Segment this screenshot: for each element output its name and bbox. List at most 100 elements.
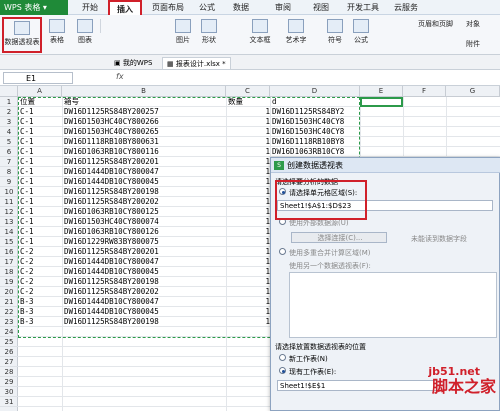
row-header[interactable]: 31 bbox=[0, 397, 18, 407]
fx-icon[interactable]: fx bbox=[116, 72, 124, 81]
table-cell[interactable]: 箱号 bbox=[64, 97, 224, 107]
tab-page-layout[interactable]: 页面布局 bbox=[146, 0, 190, 15]
pivot-list-box[interactable] bbox=[289, 272, 497, 338]
table-cell[interactable]: 1 bbox=[228, 237, 270, 247]
table-cell[interactable]: 1 bbox=[228, 267, 270, 277]
radio-multiple-ranges-label[interactable]: 使用多重合并计算区域(M) bbox=[289, 248, 371, 258]
table-cell[interactable]: 1 bbox=[228, 217, 270, 227]
table-cell[interactable]: DW16D1125RS84BY200198 bbox=[64, 277, 224, 287]
table-cell[interactable]: C-1 bbox=[20, 217, 62, 227]
table-cell[interactable]: DW16D1444DB10CY800047 bbox=[64, 167, 224, 177]
table-cell[interactable]: 1 bbox=[228, 117, 270, 127]
pivot-table-button[interactable]: 数据透视表 bbox=[2, 17, 42, 53]
row-header[interactable]: 15 bbox=[0, 237, 18, 247]
table-cell[interactable]: 1 bbox=[228, 257, 270, 267]
table-cell[interactable]: d bbox=[272, 97, 358, 107]
table-cell[interactable]: DW16D1503HC40CY8 bbox=[272, 127, 358, 137]
row-header[interactable]: 20 bbox=[0, 287, 18, 297]
row-header[interactable]: 17 bbox=[0, 257, 18, 267]
radio-existing-sheet[interactable] bbox=[279, 367, 286, 374]
row-header[interactable]: 13 bbox=[0, 217, 18, 227]
shapes-button[interactable]: 形状 bbox=[198, 17, 220, 53]
table-cell[interactable] bbox=[228, 327, 270, 337]
table-cell[interactable] bbox=[228, 347, 270, 357]
table-cell[interactable] bbox=[228, 377, 270, 387]
table-cell[interactable]: C-1 bbox=[20, 197, 62, 207]
radio-new-sheet[interactable] bbox=[279, 354, 286, 361]
radio-multiple-ranges[interactable] bbox=[279, 248, 286, 255]
table-cell[interactable]: B-3 bbox=[20, 307, 62, 317]
table-cell[interactable]: DW16D1503HC40CY8 bbox=[272, 117, 358, 127]
table-cell[interactable]: DW16D1229RW83BY800075 bbox=[64, 237, 224, 247]
column-header[interactable]: F bbox=[403, 86, 446, 97]
tab-view[interactable]: 视图 bbox=[306, 0, 336, 15]
table-cell[interactable]: C-2 bbox=[20, 277, 62, 287]
table-cell[interactable]: DW16D1444DB10CY800045 bbox=[64, 307, 224, 317]
table-cell[interactable]: DW16D1125RS84BY200202 bbox=[64, 287, 224, 297]
table-cell[interactable]: C-1 bbox=[20, 137, 62, 147]
table-cell[interactable] bbox=[64, 357, 224, 367]
table-cell[interactable]: 1 bbox=[228, 277, 270, 287]
table-cell[interactable]: 1 bbox=[228, 317, 270, 327]
row-header[interactable]: 11 bbox=[0, 197, 18, 207]
table-cell[interactable] bbox=[64, 367, 224, 377]
formula-button[interactable]: 公式 bbox=[350, 17, 372, 53]
table-cell[interactable]: 1 bbox=[228, 147, 270, 157]
table-cell[interactable] bbox=[64, 327, 224, 337]
table-cell[interactable]: C-2 bbox=[20, 247, 62, 257]
tab-my-wps[interactable]: ▣ 我的WPS bbox=[110, 57, 156, 69]
table-cell[interactable]: DW16D1125RS84BY2 bbox=[272, 107, 358, 117]
name-box[interactable]: E1 bbox=[3, 72, 73, 84]
table-cell[interactable] bbox=[20, 377, 62, 387]
row-header[interactable]: 19 bbox=[0, 277, 18, 287]
row-header[interactable]: 2 bbox=[0, 107, 18, 117]
table-cell[interactable]: C-2 bbox=[20, 287, 62, 297]
table-cell[interactable]: DW16D1063RB10CY800126 bbox=[64, 227, 224, 237]
table-cell[interactable]: 位置 bbox=[20, 97, 62, 107]
column-header[interactable]: B bbox=[62, 86, 226, 97]
table-cell[interactable] bbox=[20, 337, 62, 347]
table-cell[interactable]: DW16D1125RS84BY200201 bbox=[64, 157, 224, 167]
row-header[interactable]: 9 bbox=[0, 177, 18, 187]
table-cell[interactable] bbox=[228, 367, 270, 377]
row-header[interactable]: 28 bbox=[0, 367, 18, 377]
table-cell[interactable] bbox=[20, 327, 62, 337]
row-header[interactable]: 12 bbox=[0, 207, 18, 217]
tab-review[interactable]: 审阅 bbox=[268, 0, 298, 15]
attachment-button[interactable]: 附件 bbox=[466, 39, 480, 49]
table-cell[interactable]: DW16D1063RB10CY8 bbox=[272, 147, 358, 157]
row-header[interactable]: 23 bbox=[0, 317, 18, 327]
table-cell[interactable]: DW16D1118RB10BY800631 bbox=[64, 137, 224, 147]
table-cell[interactable]: C-1 bbox=[20, 127, 62, 137]
row-header[interactable]: 26 bbox=[0, 347, 18, 357]
row-header[interactable]: 30 bbox=[0, 387, 18, 397]
select-all-corner[interactable] bbox=[0, 86, 18, 97]
radio-other-pivot-label[interactable]: 使用另一个数据透视表(F): bbox=[289, 261, 371, 271]
table-cell[interactable]: DW16D1444DB10CY800047 bbox=[64, 297, 224, 307]
table-cell[interactable]: DW16D1125RS84BY200198 bbox=[64, 187, 224, 197]
table-cell[interactable]: 1 bbox=[228, 107, 270, 117]
row-header[interactable]: 27 bbox=[0, 357, 18, 367]
table-cell[interactable]: DW16D1125RS84BY200202 bbox=[64, 197, 224, 207]
chart-button[interactable]: 图表 bbox=[74, 17, 96, 53]
column-header[interactable]: G bbox=[446, 86, 500, 97]
table-cell[interactable] bbox=[64, 337, 224, 347]
row-header[interactable]: 14 bbox=[0, 227, 18, 237]
table-cell[interactable] bbox=[228, 387, 270, 397]
table-cell[interactable]: 1 bbox=[228, 247, 270, 257]
table-cell[interactable] bbox=[20, 387, 62, 397]
table-cell[interactable]: C-1 bbox=[20, 237, 62, 247]
table-cell[interactable] bbox=[228, 357, 270, 367]
table-cell[interactable]: 1 bbox=[228, 127, 270, 137]
header-footer-button[interactable]: 页眉和页脚 bbox=[418, 19, 453, 29]
choose-connection-button[interactable]: 选择连接(C)... bbox=[291, 232, 387, 243]
row-header[interactable]: 4 bbox=[0, 127, 18, 137]
table-cell[interactable]: 1 bbox=[228, 287, 270, 297]
table-cell[interactable]: C-1 bbox=[20, 147, 62, 157]
table-cell[interactable]: C-1 bbox=[20, 167, 62, 177]
table-cell[interactable]: 1 bbox=[228, 307, 270, 317]
textbox-button[interactable]: 文本框 bbox=[246, 17, 274, 53]
dialog-title-bar[interactable]: S 创建数据透视表 bbox=[271, 158, 500, 173]
table-button[interactable]: 表格 bbox=[46, 17, 68, 53]
row-header[interactable]: 24 bbox=[0, 327, 18, 337]
